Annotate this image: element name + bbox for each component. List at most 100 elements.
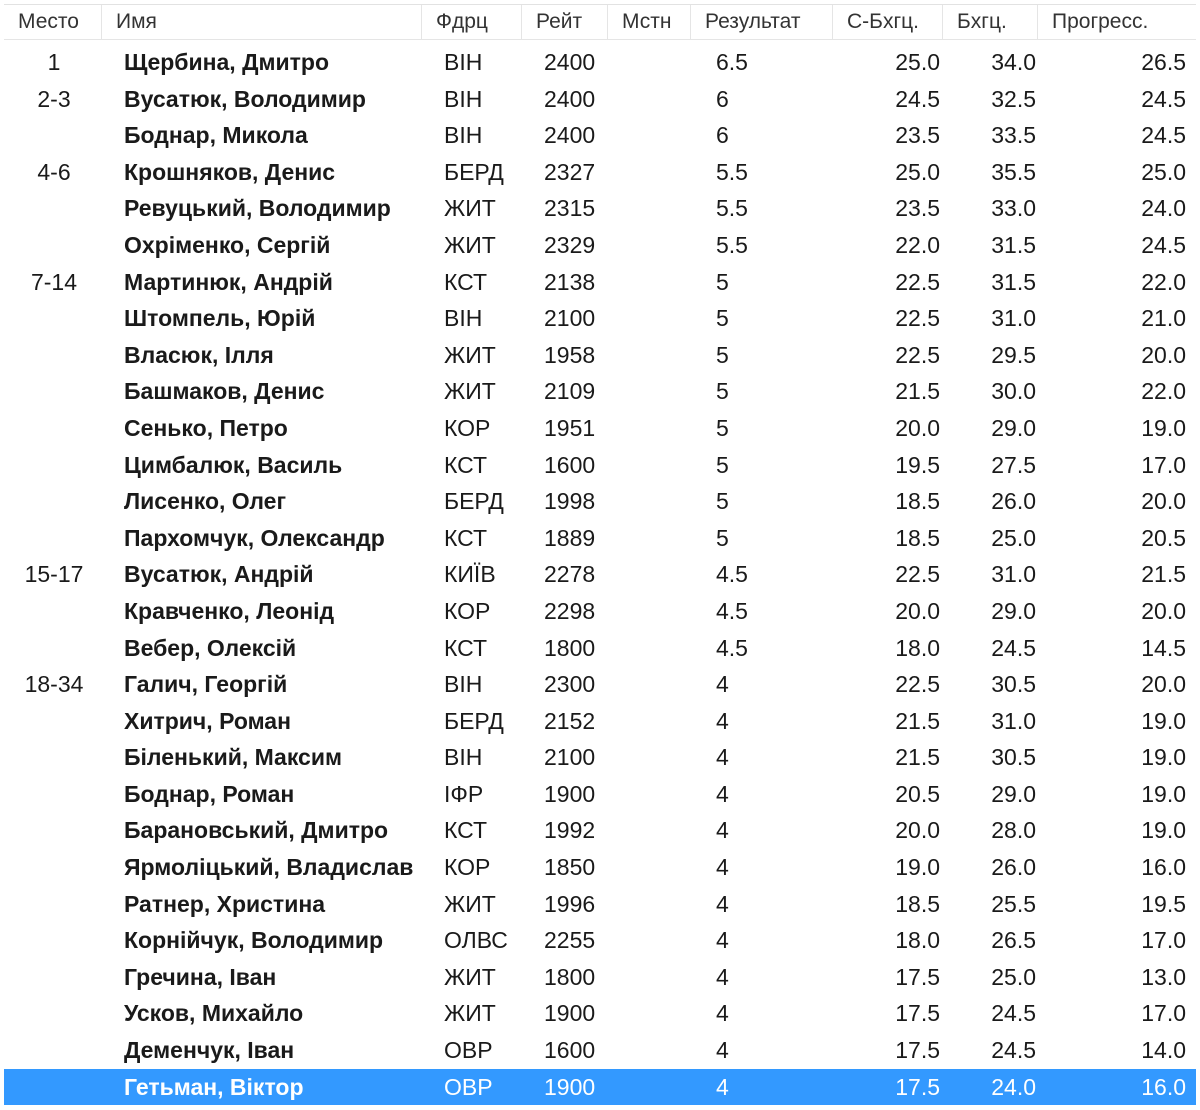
- progressive-cell: 24.5: [1141, 122, 1186, 149]
- buchholz-cell: 28.0: [991, 817, 1036, 844]
- rating-cell: 1900: [544, 1073, 596, 1100]
- column-header-buchholz-cut[interactable]: С-Бхгц.: [833, 5, 943, 39]
- standings-rows: 1 Щербина, Дмитро ВІН 2400 6.5 25.0 34.0 26.5 2-…: [4, 44, 1196, 1106]
- column-header-federation[interactable]: Фдрц: [422, 5, 522, 39]
- buchholz-cut-cell: 17.5: [895, 1037, 940, 1064]
- buchholz-cut-cell: 18.0: [895, 927, 940, 954]
- place-cell: [4, 995, 104, 1032]
- buchholz-cut-cell: 17.5: [895, 1073, 940, 1100]
- progressive-cell: 19.5: [1141, 890, 1186, 917]
- progressive-cell: 17.0: [1141, 927, 1186, 954]
- progressive-cell: 19.0: [1141, 817, 1186, 844]
- table-row[interactable]: Власюк, Ілля ЖИТ 1958 5 22.5 29.5 20.0: [4, 337, 1196, 374]
- table-row[interactable]: Боднар, Роман ІФР 1900 4 20.5 29.0 19.0: [4, 776, 1196, 813]
- buchholz-cell: 34.0: [991, 49, 1036, 75]
- place-cell: [4, 520, 104, 557]
- buchholz-cell: 31.5: [991, 268, 1036, 295]
- table-row[interactable]: 7-14 Мартинюк, Андрій КСТ 2138 5 22.5 31.5 22.0: [4, 264, 1196, 301]
- buchholz-cut-cell: 22.5: [895, 561, 940, 588]
- place-cell: [4, 410, 104, 447]
- player-name-cell: Боднар, Роман: [124, 780, 295, 807]
- progressive-cell: 20.0: [1141, 597, 1186, 624]
- buchholz-cell: 32.5: [991, 85, 1036, 112]
- result-cell: 6: [716, 122, 729, 149]
- table-row[interactable]: 4-6 Крошняков, Денис БЕРД 2327 5.5 25.0 35.5 25…: [4, 154, 1196, 191]
- progressive-cell: 14.5: [1141, 634, 1186, 661]
- place-cell: [4, 117, 104, 154]
- buchholz-cell: 25.0: [991, 524, 1036, 551]
- result-cell: 4: [716, 1073, 729, 1100]
- place-cell: [4, 190, 104, 227]
- table-row[interactable]: 18-34 Галич, Георгій ВІН 2300 4 22.5 30.5 20.0: [4, 666, 1196, 703]
- rating-cell: 1900: [544, 1000, 596, 1027]
- column-header-result[interactable]: Результат: [691, 5, 833, 39]
- federation-cell: ЖИТ: [444, 231, 496, 258]
- rating-cell: 2400: [544, 122, 596, 149]
- table-row[interactable]: Башмаков, Денис ЖИТ 2109 5 21.5 30.0 22.0: [4, 373, 1196, 410]
- buchholz-cell: 29.5: [991, 341, 1036, 368]
- player-name-cell: Щербина, Дмитро: [124, 49, 329, 75]
- progressive-cell: 20.5: [1141, 524, 1186, 551]
- column-header-rating[interactable]: Рейт: [522, 5, 608, 39]
- table-row[interactable]: Сенько, Петро КОР 1951 5 20.0 29.0 19.0: [4, 410, 1196, 447]
- buchholz-cell: 24.5: [991, 634, 1036, 661]
- table-row[interactable]: Деменчук, Іван ОВР 1600 4 17.5 24.5 14.0: [4, 1032, 1196, 1069]
- progressive-cell: 16.0: [1141, 1073, 1186, 1100]
- federation-cell: ОЛВС: [444, 927, 508, 954]
- column-header-buchholz[interactable]: Бхгц.: [943, 5, 1038, 39]
- table-row[interactable]: Корнійчук, Володимир ОЛВС 2255 4 18.0 26.5 17.…: [4, 922, 1196, 959]
- buchholz-cell: 30.5: [991, 671, 1036, 698]
- buchholz-cut-cell: 20.0: [895, 597, 940, 624]
- standings-list-view[interactable]: Место Имя Фдрц Рейт Мстн Результат С-Бхг…: [0, 0, 1200, 1110]
- table-row-selected[interactable]: Гетьман, Віктор ОВР 1900 4 17.5 24.0 16.0: [4, 1068, 1196, 1106]
- result-cell: 6: [716, 85, 729, 112]
- table-row[interactable]: Охріменко, Сергій ЖИТ 2329 5.5 22.0 31.5 24.5: [4, 227, 1196, 264]
- table-row[interactable]: Ратнер, Христина ЖИТ 1996 4 18.5 25.5 19.5: [4, 886, 1196, 923]
- progressive-cell: 22.0: [1141, 378, 1186, 405]
- table-row[interactable]: 2-3 Вусатюк, Володимир ВІН 2400 6 24.5 32.5 24.…: [4, 81, 1196, 118]
- table-row[interactable]: Барановський, Дмитро КСТ 1992 4 20.0 28.0 19.0: [4, 812, 1196, 849]
- result-cell: 4: [716, 854, 729, 881]
- buchholz-cell: 31.0: [991, 561, 1036, 588]
- table-row[interactable]: 15-17 Вусатюк, Андрій КИЇВ 2278 4.5 22.5 31.0 2…: [4, 556, 1196, 593]
- column-header-local-rating[interactable]: Мстн: [608, 5, 691, 39]
- column-header-place[interactable]: Место: [4, 5, 102, 39]
- column-header-bar: Место Имя Фдрц Рейт Мстн Результат С-Бхг…: [4, 4, 1196, 40]
- player-name-cell: Башмаков, Денис: [124, 378, 325, 405]
- progressive-cell: 26.5: [1141, 49, 1186, 75]
- result-cell: 5: [716, 524, 729, 551]
- table-row[interactable]: Лисенко, Олег БЕРД 1998 5 18.5 26.0 20.0: [4, 483, 1196, 520]
- column-header-name[interactable]: Имя: [102, 5, 422, 39]
- player-name-cell: Біленький, Максим: [124, 744, 343, 771]
- table-row[interactable]: 1 Щербина, Дмитро ВІН 2400 6.5 25.0 34.0 26.5: [4, 44, 1196, 81]
- result-cell: 4.5: [716, 597, 748, 624]
- table-row[interactable]: Штомпель, Юрій ВІН 2100 5 22.5 31.0 21.0: [4, 300, 1196, 337]
- table-row[interactable]: Кравченко, Леонід КОР 2298 4.5 20.0 29.0 20.0: [4, 593, 1196, 630]
- place-cell: [4, 337, 104, 374]
- table-row[interactable]: Хитрич, Роман БЕРД 2152 4 21.5 31.0 19.0: [4, 703, 1196, 740]
- table-row[interactable]: Ревуцький, Володимир ЖИТ 2315 5.5 23.5 33.0 24…: [4, 190, 1196, 227]
- table-row[interactable]: Вебер, Олексій КСТ 1800 4.5 18.0 24.5 14.5: [4, 630, 1196, 667]
- place-cell: [4, 739, 104, 776]
- table-row[interactable]: Гречина, Іван ЖИТ 1800 4 17.5 25.0 13.0: [4, 959, 1196, 996]
- table-row[interactable]: Усков, Михайло ЖИТ 1900 4 17.5 24.5 17.0: [4, 995, 1196, 1032]
- buchholz-cut-cell: 18.5: [895, 890, 940, 917]
- federation-cell: ЖИТ: [444, 195, 496, 222]
- result-cell: 4: [716, 744, 729, 771]
- place-cell: [4, 373, 104, 410]
- place-cell: [4, 1069, 104, 1106]
- table-row[interactable]: Ярмоліцький, Владислав КОР 1850 4 19.0 26.0 16…: [4, 849, 1196, 886]
- table-row[interactable]: Боднар, Микола ВІН 2400 6 23.5 33.5 24.5: [4, 117, 1196, 154]
- table-row[interactable]: Біленький, Максим ВІН 2100 4 21.5 30.5 19.0: [4, 739, 1196, 776]
- column-header-progressive[interactable]: Прогресс.: [1038, 5, 1196, 39]
- table-row[interactable]: Цимбалюк, Василь КСТ 1600 5 19.5 27.5 17.0: [4, 447, 1196, 484]
- buchholz-cut-cell: 18.0: [895, 634, 940, 661]
- table-row[interactable]: Пархомчук, Олександр КСТ 1889 5 18.5 25.0 20.5: [4, 520, 1196, 557]
- player-name-cell: Вусатюк, Володимир: [124, 85, 366, 112]
- place-cell: [4, 849, 104, 886]
- result-cell: 5: [716, 414, 729, 441]
- buchholz-cut-cell: 23.5: [895, 195, 940, 222]
- rating-cell: 2400: [544, 85, 596, 112]
- progressive-cell: 24.5: [1141, 231, 1186, 258]
- federation-cell: КОР: [444, 414, 491, 441]
